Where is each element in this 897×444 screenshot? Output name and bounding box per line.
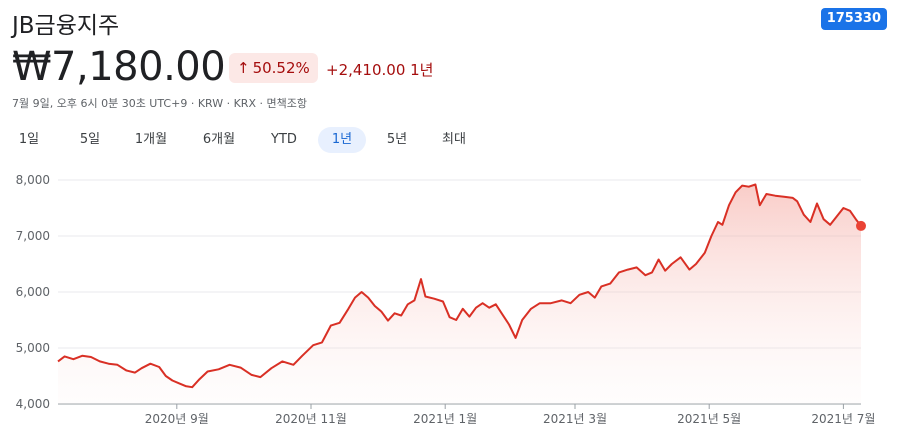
y-tick-label: 4,000: [16, 397, 50, 411]
price-chart[interactable]: 2020년 9월 2020년 11월 2021년 1월 2021년 3월 2021년 5…: [0, 0, 897, 444]
x-tick-label: 2021년 3월: [543, 412, 607, 426]
y-tick-label: 6,000: [16, 285, 50, 299]
y-tick-label: 8,000: [16, 173, 50, 187]
price-area: [58, 184, 861, 404]
x-tick-label: 2020년 11월: [275, 412, 347, 426]
x-tick-label: 2021년 5월: [677, 412, 741, 426]
last-price-marker: [856, 220, 866, 231]
y-tick-label: 7,000: [16, 229, 50, 243]
x-tick-label: 2021년 1월: [413, 412, 477, 426]
x-tick-label: 2021년 7월: [811, 412, 875, 426]
y-tick-label: 5,000: [16, 341, 50, 355]
x-tick-label: 2020년 9월: [145, 412, 209, 426]
